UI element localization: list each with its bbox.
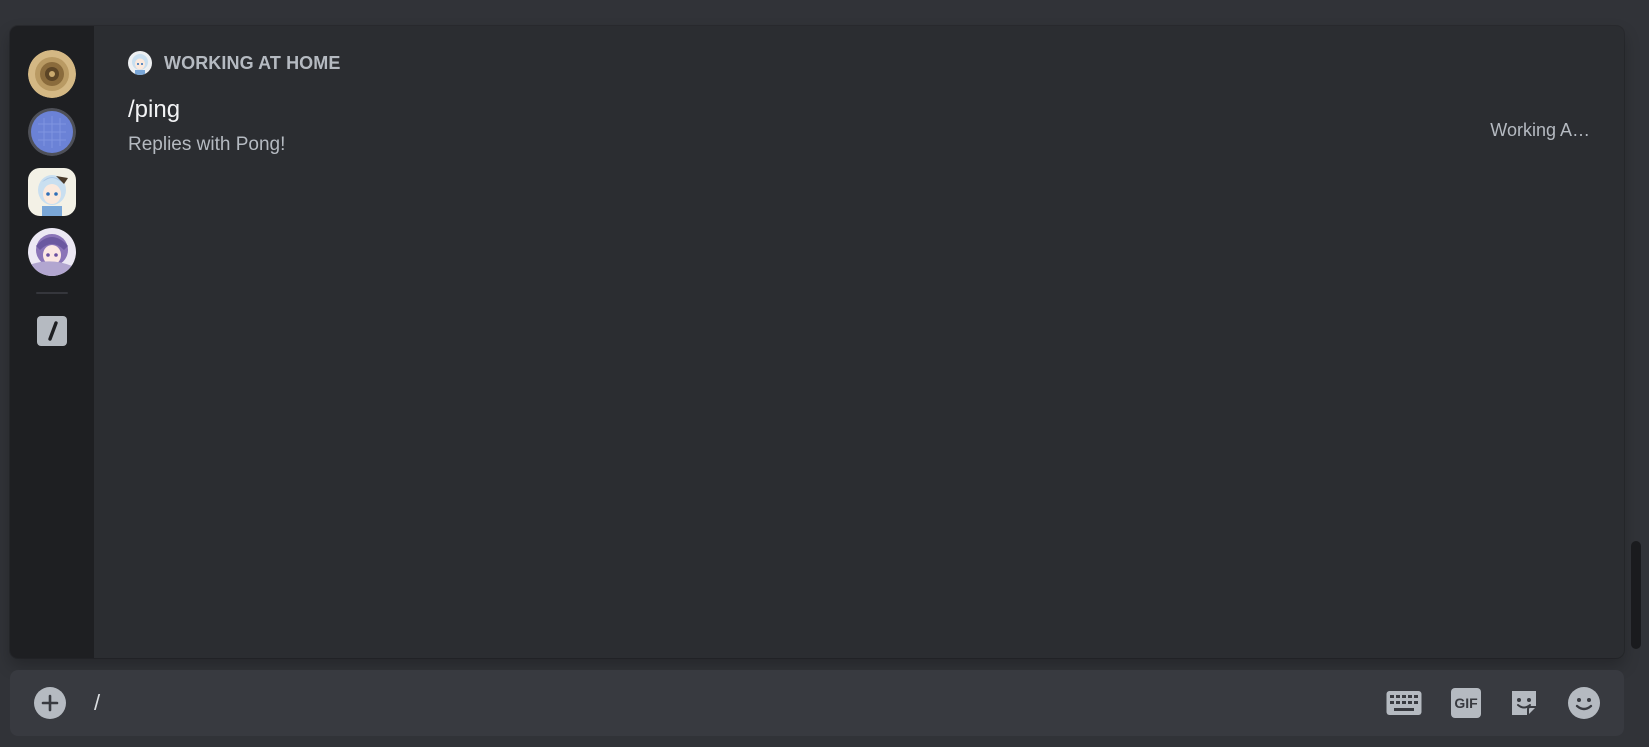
slash-command-icon[interactable]	[37, 316, 67, 346]
server-avatar-1[interactable]	[28, 50, 76, 98]
command-name: /ping	[128, 96, 181, 123]
sticker-icon[interactable]	[1506, 687, 1542, 719]
bot-avatar-2[interactable]	[28, 228, 76, 276]
plus-circle-icon[interactable]	[34, 687, 66, 719]
gif-icon[interactable]: GIF	[1448, 687, 1484, 719]
command-description: Replies with Pong!	[128, 134, 286, 155]
message-composer: / GIF	[10, 670, 1624, 736]
command-option-ping[interactable]: /ping Replies with Pong! Working A…	[118, 90, 1600, 162]
gif-label: GIF	[1454, 695, 1478, 711]
message-input[interactable]: /	[94, 686, 100, 720]
chat-scrollbar[interactable]	[1631, 541, 1641, 649]
command-app-name: Working A…	[1490, 120, 1590, 140]
emoji-icon[interactable]	[1566, 687, 1602, 719]
bot-avatar-1[interactable]	[28, 168, 76, 216]
rail-divider	[36, 292, 68, 294]
section-title: WORKING AT HOME	[164, 52, 341, 73]
command-section-header: WORKING AT HOME	[128, 50, 340, 76]
command-autocomplete-popup: WORKING AT HOME /ping Replies with Pong!…	[10, 26, 1624, 658]
command-list: WORKING AT HOME /ping Replies with Pong!…	[94, 26, 1624, 658]
keyboard-icon[interactable]	[1386, 687, 1422, 719]
app-rail	[10, 26, 94, 658]
app-avatar-icon	[128, 51, 152, 75]
server-avatar-2[interactable]	[28, 108, 76, 156]
